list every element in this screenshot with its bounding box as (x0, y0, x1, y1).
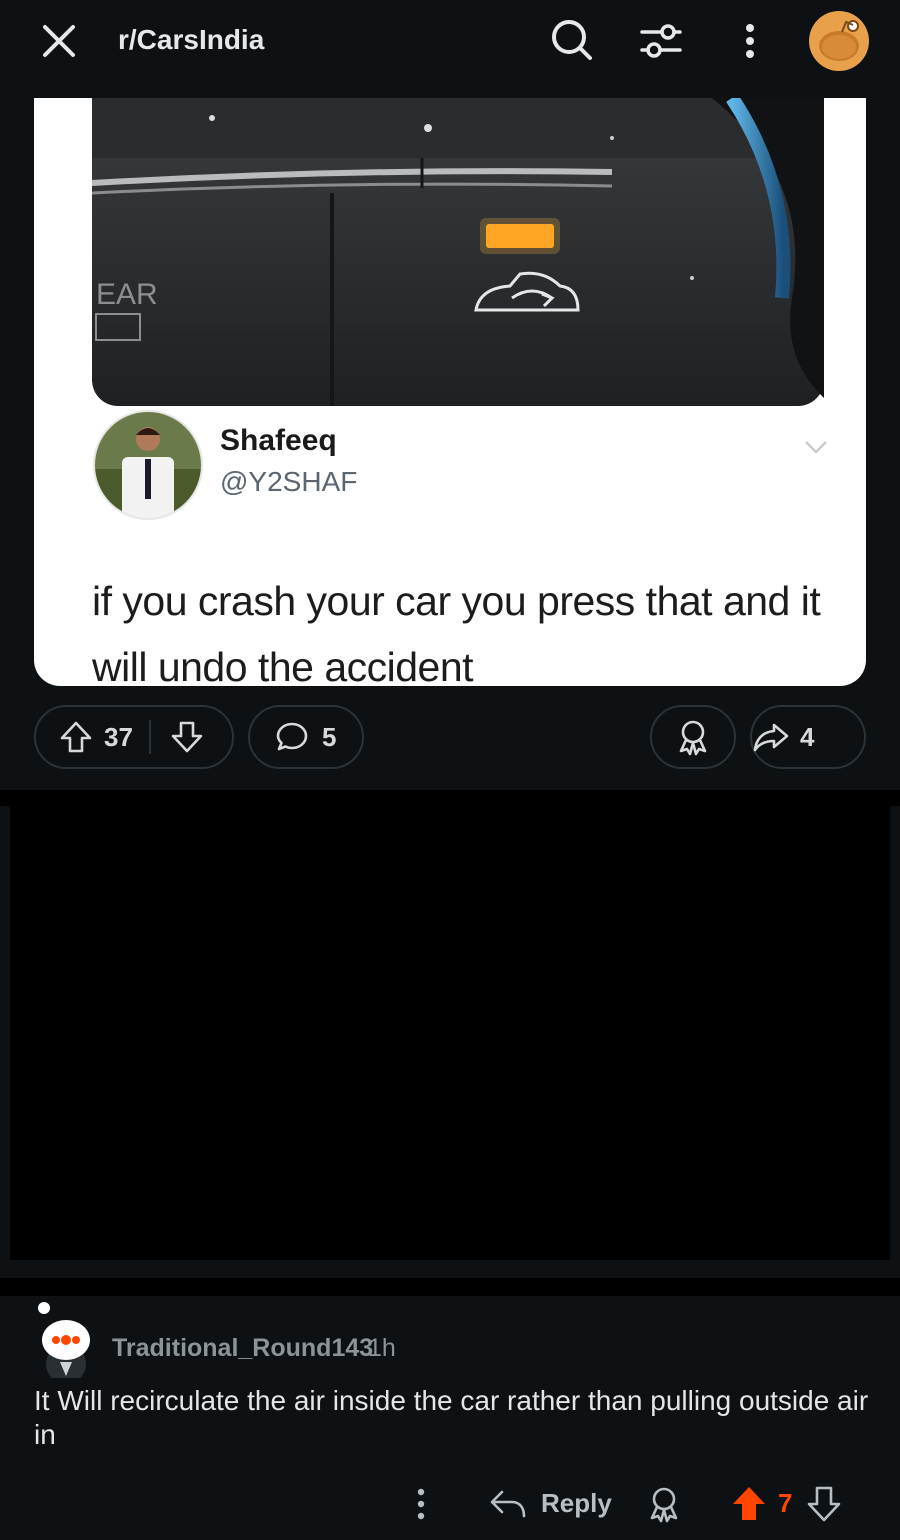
subreddit-name[interactable]: r/CarsIndia (118, 24, 264, 56)
filter-icon[interactable] (636, 16, 686, 66)
more-vertical-icon[interactable] (730, 16, 770, 66)
tweet-author-handle: @Y2SHAF (220, 466, 358, 497)
share-count: 4 (800, 721, 815, 752)
share-icon (753, 723, 789, 752)
comment-count: 5 (322, 721, 337, 752)
tweet-author-avatar (93, 410, 203, 520)
comment-actions: Reply 7 (0, 1478, 900, 1528)
downvote-icon[interactable] (806, 1484, 842, 1524)
award-icon (679, 720, 707, 756)
comment-timestamp: 1h (368, 1334, 396, 1362)
vote-control: 37 (34, 705, 234, 769)
upvote-icon-active[interactable] (730, 1484, 768, 1524)
chevron-down-icon (805, 441, 827, 454)
post-image[interactable]: EAR Shafeeq @Y2SHAF if you crash your ca… (34, 98, 866, 686)
comment-body: It Will recirculate the air inside the c… (34, 1385, 869, 1450)
media-placeholder (10, 806, 890, 1260)
downvote-icon[interactable] (169, 719, 205, 755)
section-divider (0, 790, 900, 806)
tweet-text: if you crash your car you press that and… (92, 578, 821, 686)
dashboard-photo: EAR (92, 98, 824, 406)
share-button[interactable]: 4 (750, 705, 866, 769)
award-button[interactable] (650, 705, 736, 769)
tweet-author-name: Shafeeq (220, 424, 337, 457)
comments-button[interactable]: 5 (248, 705, 364, 769)
search-icon[interactable] (546, 14, 596, 64)
award-icon[interactable] (644, 1484, 684, 1524)
vote-divider (148, 720, 151, 754)
top-bar: r/CarsIndia (0, 0, 900, 84)
commenter-avatar[interactable] (34, 1302, 98, 1378)
more-vertical-icon[interactable] (408, 1484, 434, 1524)
reply-button[interactable]: Reply (541, 1488, 612, 1519)
comment-icon (276, 722, 308, 751)
reply-icon[interactable] (488, 1486, 528, 1522)
user-avatar[interactable] (808, 10, 870, 72)
upvote-count: 37 (104, 721, 133, 752)
section-divider (0, 1278, 900, 1296)
close-icon[interactable] (36, 18, 82, 64)
svg-text:EAR: EAR (96, 278, 158, 311)
comment-score: 7 (778, 1488, 793, 1518)
comment-author[interactable]: Traditional_Round143 (112, 1334, 373, 1363)
upvote-icon[interactable] (58, 719, 94, 755)
